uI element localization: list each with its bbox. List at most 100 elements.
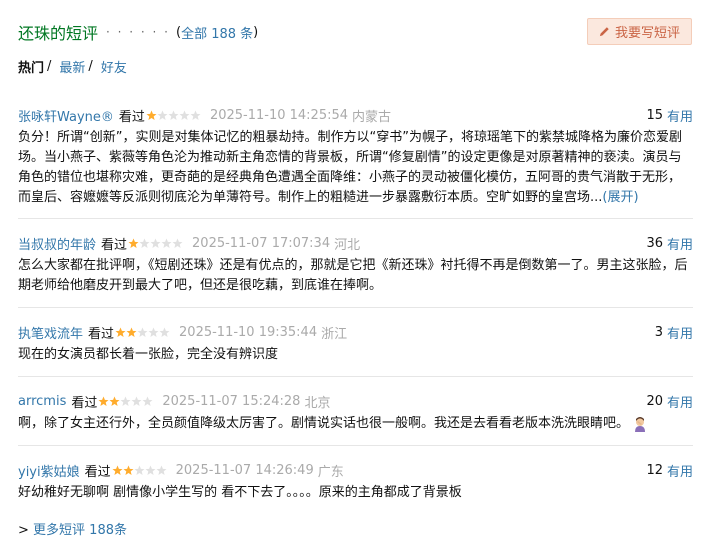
review-text: 啊，除了女主还行外，全员颜值降级太厉害了。剧情说实话也很一般啊。我还是去看看老版… <box>18 414 693 434</box>
watch-status: 看过 <box>84 464 111 480</box>
watch-status: 看过 <box>88 326 115 342</box>
more-reviews-label[interactable]: 更多短评 188条 <box>33 523 127 538</box>
star-empty-icon <box>139 238 150 248</box>
review-author[interactable]: 张咏轩Wayne® <box>18 106 114 125</box>
watch-status: 看过 <box>71 395 98 411</box>
useful-button[interactable]: 有用 <box>667 234 693 253</box>
divider <box>18 445 693 446</box>
star-filled-icon <box>112 465 123 475</box>
review-location: 北京 <box>304 395 331 411</box>
person-facepalm-emoji <box>635 416 646 432</box>
divider <box>18 218 693 219</box>
useful-button[interactable]: 有用 <box>667 323 693 342</box>
total-count-link[interactable]: 全部 188 条 <box>181 23 253 42</box>
review-header: 张咏轩Wayne® 看过 2025-11-10 14:25:54 内蒙古 15 … <box>18 105 693 125</box>
star-filled-icon <box>115 327 126 337</box>
review-location: 广东 <box>317 464 344 480</box>
vote-area: 12 有用 <box>646 460 693 480</box>
review-time: 2025-11-10 19:35:44 <box>179 324 318 340</box>
star-empty-icon <box>156 465 167 475</box>
review-author[interactable]: 执笔戏流年 <box>18 323 83 342</box>
review-time: 2025-11-10 14:25:54 <box>209 107 349 123</box>
review-time: 2025-11-07 17:07:34 <box>192 235 331 251</box>
star-empty-icon <box>159 327 170 337</box>
rating-stars <box>112 465 167 476</box>
chevron-right-icon: > <box>18 523 29 538</box>
review-location: 浙江 <box>321 326 348 342</box>
review-item: yiyi紫姑娘 看过 2025-11-07 14:26:49 广东 12 有用 … <box>18 460 693 503</box>
rating-stars <box>146 110 201 121</box>
review-header: 执笔戏流年 看过 2025-11-10 19:35:44 浙江 3 有用 <box>18 322 693 342</box>
expand-link[interactable]: (展开) <box>602 190 638 205</box>
review-text: 现在的女演员都长着一张脸，完全没有辨识度 <box>18 347 279 362</box>
tab-separator: / <box>47 59 52 74</box>
star-filled-icon <box>109 396 120 406</box>
star-empty-icon <box>148 327 159 337</box>
rating-stars <box>128 238 183 249</box>
divider <box>18 307 693 308</box>
vote-area: 20 有用 <box>646 391 693 411</box>
review-item: arrcmis 看过 2025-11-07 15:24:28 北京 20 有用 … <box>18 391 693 434</box>
review-text: 好幼稚好无聊啊 剧情像小学生写的 看不下去了。。。。原来的主角都成了背景板 <box>18 485 462 500</box>
star-empty-icon <box>190 110 201 120</box>
star-empty-icon <box>179 110 190 120</box>
review-header: arrcmis 看过 2025-11-07 15:24:28 北京 20 有用 <box>18 391 693 411</box>
section-title: 还珠的短评 <box>18 24 99 43</box>
review-location: 河北 <box>334 237 361 253</box>
review-text: 怎么大家都在批评啊，《短剧还珠》还是有优点的，那就是它把《新还珠》衬托得不再是倒… <box>18 258 688 293</box>
watch-status: 看过 <box>118 109 145 125</box>
review-header: yiyi紫姑娘 看过 2025-11-07 14:26:49 广东 12 有用 <box>18 460 693 480</box>
review-item: 当叔叔的年龄 看过 2025-11-07 17:07:34 河北 36 有用 怎… <box>18 233 693 296</box>
review-time: 2025-11-07 14:26:49 <box>175 462 314 478</box>
star-empty-icon <box>172 238 183 248</box>
pencil-icon <box>599 27 609 37</box>
review-author[interactable]: yiyi紫姑娘 <box>18 461 80 480</box>
star-empty-icon <box>145 465 156 475</box>
total-close-paren: ) <box>253 24 259 40</box>
tab-friends[interactable]: 好友 <box>101 57 127 76</box>
useful-button[interactable]: 有用 <box>667 461 693 480</box>
useful-button[interactable]: 有用 <box>667 106 693 125</box>
vote-count: 36 <box>646 235 663 251</box>
star-filled-icon <box>98 396 109 406</box>
tab-separator: / <box>88 59 93 74</box>
useful-button[interactable]: 有用 <box>667 392 693 411</box>
star-empty-icon <box>120 396 131 406</box>
star-empty-icon <box>150 238 161 248</box>
star-empty-icon <box>131 396 142 406</box>
vote-area: 15 有用 <box>646 105 693 125</box>
star-empty-icon <box>157 110 168 120</box>
vote-count: 3 <box>654 324 663 340</box>
review-author[interactable]: 当叔叔的年龄 <box>18 234 96 253</box>
review-author[interactable]: arrcmis <box>18 394 66 409</box>
vote-area: 36 有用 <box>646 233 693 253</box>
star-filled-icon <box>126 327 137 337</box>
rating-stars <box>115 327 170 338</box>
star-empty-icon <box>168 110 179 120</box>
write-review-button[interactable]: 我要写短评 <box>587 18 692 45</box>
section-header: 还珠的短评 · · · · · · ( 全部 188 条 ) <box>18 20 258 44</box>
vote-area: 3 有用 <box>655 322 693 342</box>
review-time: 2025-11-07 15:24:28 <box>162 393 301 409</box>
tab-latest[interactable]: 最新 <box>59 57 85 76</box>
star-filled-icon <box>123 465 134 475</box>
star-filled-icon <box>146 110 157 120</box>
review-text: 负分！所谓“创新”，实则是对集体记忆的粗暴劫持。制作方以“穿书”为幌子，将琼瑶笔… <box>18 128 693 208</box>
review-text-content: 负分！所谓“创新”，实则是对集体记忆的粗暴劫持。制作方以“穿书”为幌子，将琼瑶笔… <box>18 130 682 205</box>
rating-stars <box>98 396 153 407</box>
watch-status: 看过 <box>101 237 128 253</box>
title-dots: · · · · · · <box>106 25 170 39</box>
star-empty-icon <box>134 465 145 475</box>
review-item: 张咏轩Wayne® 看过 2025-11-10 14:25:54 内蒙古 15 … <box>18 105 693 208</box>
vote-count: 12 <box>646 462 663 478</box>
vote-count: 20 <box>646 393 663 409</box>
star-empty-icon <box>142 396 153 406</box>
review-item: 执笔戏流年 看过 2025-11-10 19:35:44 浙江 3 有用 现在的… <box>18 322 693 365</box>
sort-tabs: 热门 / 最新 / 好友 <box>18 57 127 76</box>
write-review-label: 我要写短评 <box>614 26 680 41</box>
star-empty-icon <box>137 327 148 337</box>
tab-hot[interactable]: 热门 <box>18 57 44 76</box>
star-empty-icon <box>161 238 172 248</box>
more-reviews-link[interactable]: > 更多短评 188条 <box>18 519 127 538</box>
vote-count: 15 <box>646 107 663 123</box>
